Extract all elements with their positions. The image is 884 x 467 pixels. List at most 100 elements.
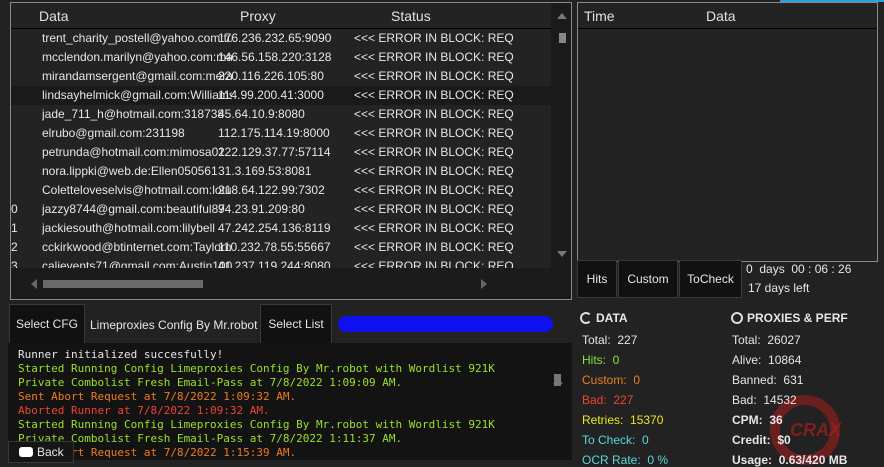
stat-value: 631 [783,373,804,387]
stat-label: Retries: [582,413,624,427]
hits-grid: Time Data [577,2,878,262]
stat-value: 0 [633,373,641,387]
cell-status: <<< ERROR IN BLOCK: REQ [354,107,514,121]
stat-label: Bad: [582,393,607,407]
log-scroll-thumb[interactable] [554,374,561,386]
select-list-button[interactable]: Select List [260,304,332,344]
cell-data: jade_711_h@hotmail.com:318738 [42,107,225,121]
cell-data: jackiesouth@hotmail.com:lilybell [42,221,215,235]
proxy-stat: Usage: 0.63/420 MB [732,453,847,467]
scroll-down-icon[interactable] [557,251,567,257]
table-row[interactable]: trent_charity_postell@yahoo.com:tu 176.23… [11,29,551,48]
cell-proxy: 45.64.10.9:8080 [218,107,305,121]
log-line: Sent Abort Request at 7/8/2022 1:15:39 A… [18,446,297,459]
cell-proxy: 176.236.232.65:9090 [218,31,332,45]
stat-value: 36 [769,413,783,427]
scroll-left-icon[interactable] [31,279,37,289]
refresh-icon [580,312,592,324]
cell-status: <<< ERROR IN BLOCK: REQ [354,221,514,235]
cell-proxy: 31.3.169.53:8081 [218,164,312,178]
log-line: Aborted Runner at 7/8/2022 1:09:32 AM. [18,404,270,417]
column-header-time[interactable]: Time [584,8,615,24]
cell-data: trent_charity_postell@yahoo.com:tu [42,31,232,45]
cell-status: <<< ERROR IN BLOCK: REQ [354,202,514,216]
scroll-thumb[interactable] [559,33,566,43]
back-label: Back [37,445,64,459]
table-row[interactable]: mirandamsergent@gmail.com:mera 220.116.22… [11,67,551,86]
table-row[interactable]: lindsayhelmick@gmail.com:Williams 114.99.… [11,86,551,105]
proxy-title: PROXIES & PERF [747,311,848,325]
column-header-status[interactable]: Status [391,8,431,24]
table-row[interactable]: mcclendon.marilyn@yahoo.com:ma 146.56.158… [11,48,551,67]
stat-label: CPM: [732,413,763,427]
proxy-icon [731,312,743,324]
cell-proxy: 222.129.37.77:57114 [218,145,331,159]
cell-idx: 1 [11,221,18,235]
table-row[interactable]: jade_711_h@hotmail.com:318738 45.64.10.9:… [11,105,551,124]
data-stats-title: DATA [580,311,628,325]
stat-label: Bad: [732,393,757,407]
hand-pointer-icon [19,447,33,457]
cell-idx: 2 [11,240,18,254]
stat-value: 0.63/420 MB [778,453,848,467]
stat-label: Custom: [582,373,627,387]
data-stat: Retries: 15370 [582,413,663,427]
header-divider [578,28,877,29]
stat-value: 10864 [768,353,802,367]
data-stat: To Check: 0 [582,433,649,447]
horizontal-scrollbar[interactable] [11,268,571,299]
vertical-scrollbar[interactable] [551,3,571,268]
log-output: Runner initialized succesfully! Started R… [8,343,572,460]
table-row[interactable]: Coletteloveselvis@hotmail.com:lotu 218.64… [11,181,551,200]
scroll-up-icon[interactable] [557,13,567,19]
stat-label: Usage: [732,453,773,467]
stat-value: 14532 [763,393,797,407]
column-header-proxy[interactable]: Proxy [240,8,276,24]
data-stat: Bad: 227 [582,393,633,407]
stat-label: Alive: [732,353,762,367]
column-header-data[interactable]: Data [706,8,736,24]
stat-value: 0 [642,433,649,447]
log-line: Started Running Config Limeproxies Confi… [18,362,495,375]
cell-proxy: 114.99.200.41:3000 [218,88,324,102]
horizontal-scroll-thumb[interactable] [43,280,203,288]
stat-label: Total: [732,333,761,347]
cell-data: nora.lippki@web.de:Ellen050561 [42,164,218,178]
scroll-right-icon[interactable] [481,279,487,289]
data-title: DATA [596,311,628,325]
proxy-stats-title: PROXIES & PERF [731,311,848,325]
cell-data: mcclendon.marilyn@yahoo.com:ma [42,50,232,64]
data-stat: OCR Rate: 0 % [582,453,668,467]
stat-label: To Check: [582,433,636,447]
tab-hits[interactable]: Hits [577,260,617,298]
cell-data: elrubo@gmail.com:231198 [42,126,185,140]
proxy-stat: Alive: 10864 [732,353,801,367]
stat-label: Hits: [582,353,606,367]
tab-tocheck[interactable]: ToCheck [679,260,742,298]
table-row[interactable]: 2 cckirkwood@btinternet.com:Taylorn 110.23… [11,238,551,257]
table-row[interactable]: 1 jackiesouth@hotmail.com:lilybell 47.242.… [11,219,551,238]
stat-value: 227 [613,393,634,407]
table-row[interactable]: nora.lippki@web.de:Ellen050561 31.3.169.5… [11,162,551,181]
proxy-stat: Total: 26027 [732,333,801,347]
table-row[interactable]: 0 jazzy8744@gmail.com:beautiful87 94.23.91… [11,200,551,219]
cell-data: jazzy8744@gmail.com:beautiful87 [42,202,225,216]
license-days-left: 17 days left [748,281,810,295]
proxy-stat: Bad: 14532 [732,393,797,407]
proxy-stat: Credit: $0 [732,433,791,447]
cell-status: <<< ERROR IN BLOCK: REQ [354,183,514,197]
tab-custom[interactable]: Custom [618,260,678,298]
cell-status: <<< ERROR IN BLOCK: REQ [354,88,514,102]
log-line: Started Running Config Limeproxies Confi… [18,418,495,431]
cell-proxy: 220.116.226.105:80 [218,69,324,83]
select-cfg-button[interactable]: Select CFG [9,304,85,344]
cell-status: <<< ERROR IN BLOCK: REQ [354,240,514,254]
column-header-data[interactable]: Data [39,8,69,24]
data-grid: Data Proxy Status trent_charity_postell@… [10,2,572,300]
table-row[interactable]: elrubo@gmail.com:231198 112.175.114.19:80… [11,124,551,143]
stat-label: Credit: [732,433,771,447]
cell-data: Coletteloveselvis@hotmail.com:lotu [42,183,232,197]
cell-proxy: 94.23.91.209:80 [218,202,305,216]
cell-proxy: 112.175.114.19:8000 [218,126,330,140]
table-row[interactable]: petrunda@hotmail.com:mimosa01 222.129.37.… [11,143,551,162]
